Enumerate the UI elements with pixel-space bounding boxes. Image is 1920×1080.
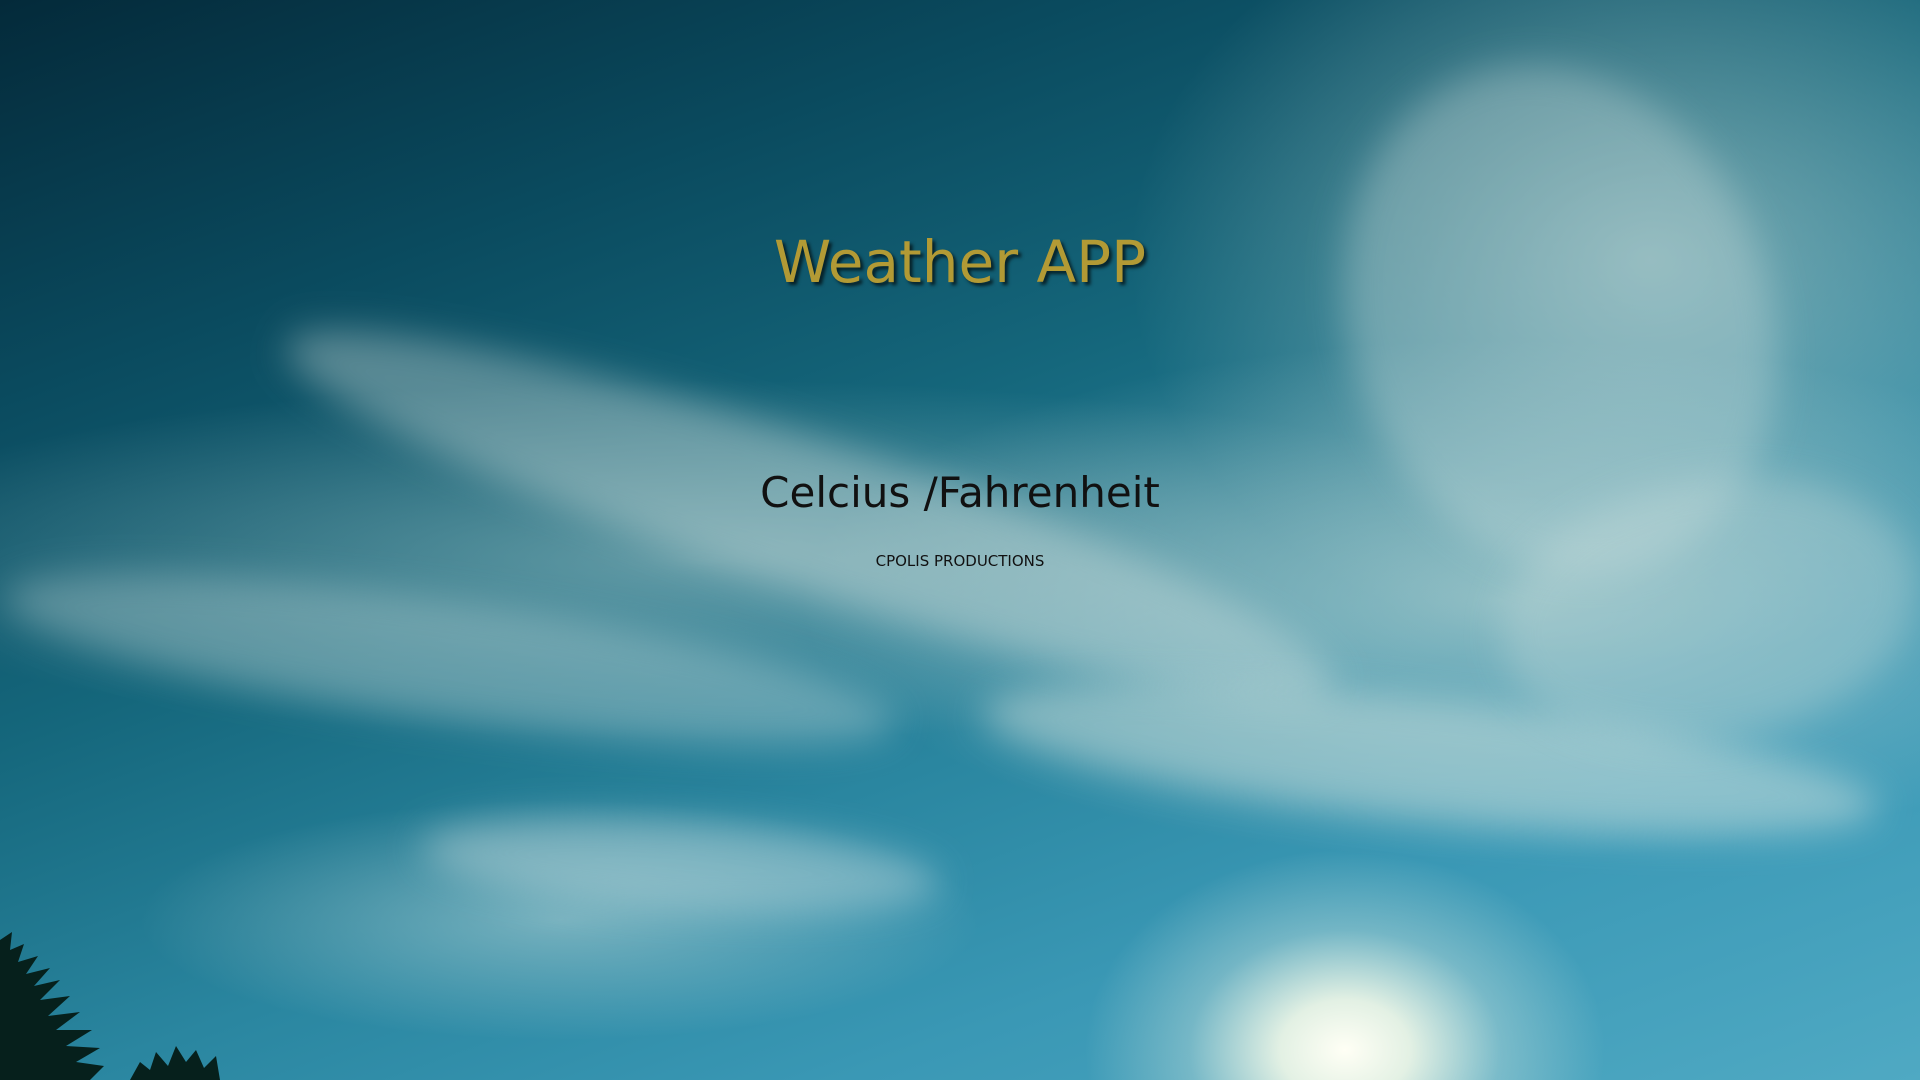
tree-silhouette-icon [0,932,220,1080]
unit-toggle[interactable]: Celcius /Fahrenheit [0,468,1920,517]
credit-text: CPOLIS PRODUCTIONS [875,552,1045,570]
sky-background-image [0,0,1920,1080]
app-title: Weather APP [773,228,1147,296]
cloud-streak [417,801,943,929]
